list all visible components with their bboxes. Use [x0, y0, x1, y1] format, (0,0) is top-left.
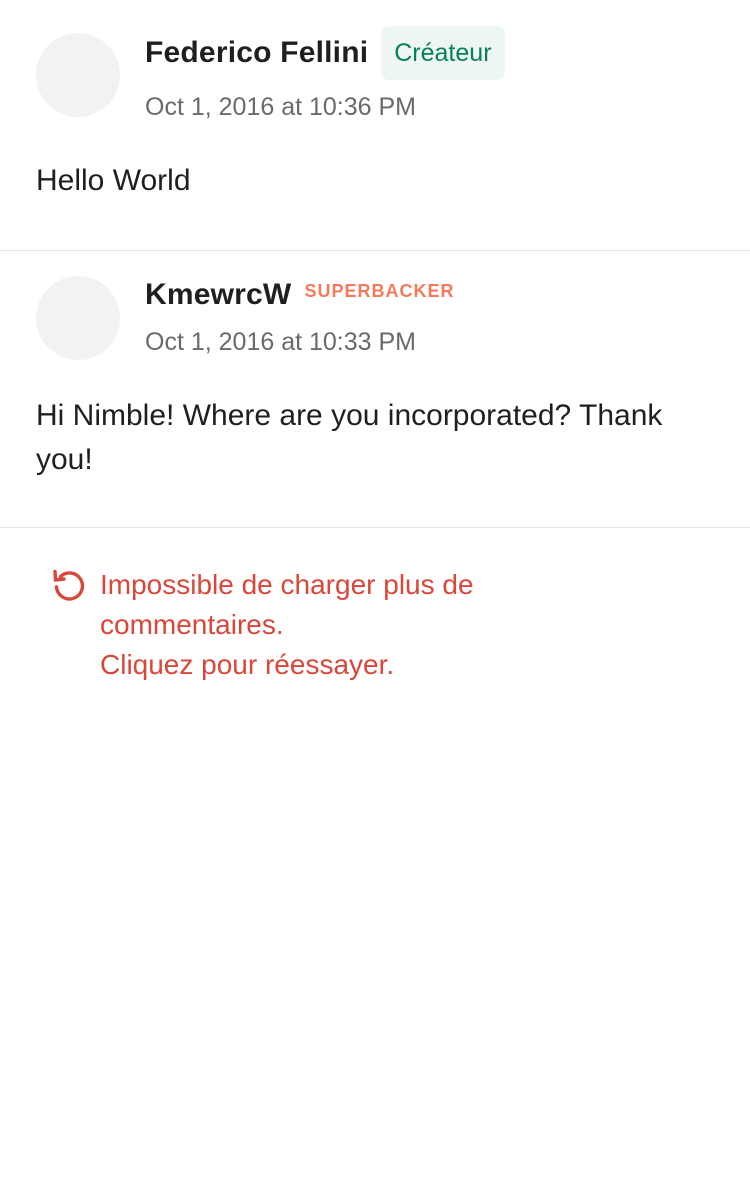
comment-item: Federico Fellini Créateur Oct 1, 2016 at… [0, 0, 750, 251]
error-message: Impossible de charger plus de commentair… [100, 565, 474, 685]
comment-header: Federico Fellini Créateur [145, 25, 505, 81]
retry-icon [53, 569, 85, 601]
author-name[interactable]: Federico Fellini [145, 36, 368, 70]
error-line: commentaires. [100, 609, 284, 640]
avatar[interactable] [36, 33, 120, 117]
comment-header: KmewrcW SUPERBACKER [145, 271, 454, 321]
load-more-error-retry[interactable]: Impossible de charger plus de commentair… [50, 565, 710, 685]
comment-body: Hi Nimble! Where are you incorporated? T… [36, 399, 663, 476]
comment-timestamp: Oct 1, 2016 at 10:36 PM [145, 93, 416, 121]
author-name[interactable]: KmewrcW [145, 271, 291, 312]
error-line: Impossible de charger plus de [100, 569, 474, 600]
creator-badge: Créateur [381, 26, 505, 80]
retry-link[interactable]: Cliquez pour réessayer. [100, 645, 474, 685]
comment-item: KmewrcW SUPERBACKER Oct 1, 2016 at 10:33… [0, 251, 750, 528]
comment-timestamp: Oct 1, 2016 at 10:33 PM [145, 328, 416, 356]
comment-body: Hello World [36, 164, 191, 197]
avatar[interactable] [36, 276, 120, 360]
superbacker-badge: SUPERBACKER [304, 281, 455, 301]
